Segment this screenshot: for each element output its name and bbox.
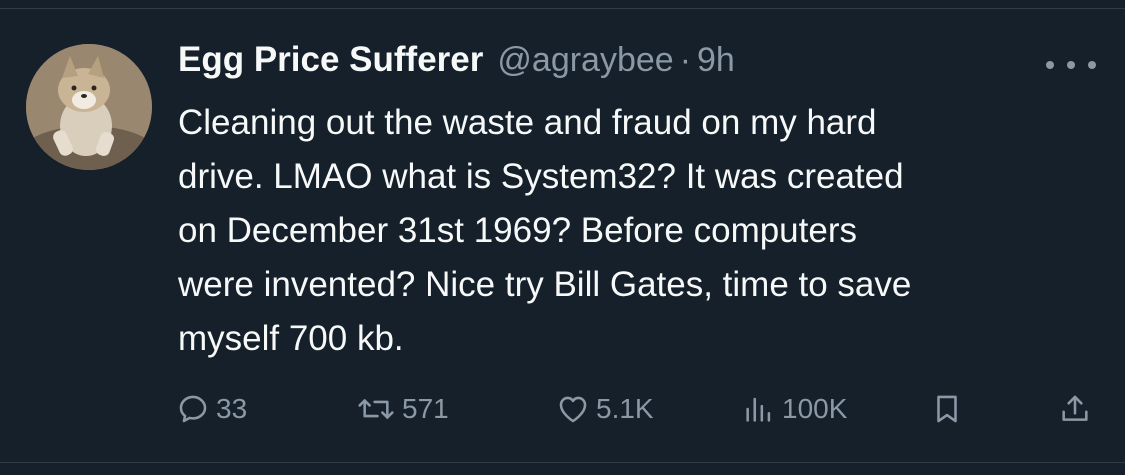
reply-count: 33 (216, 393, 248, 424)
tweet-text-line: drive. LMAO what is System32? It was cre… (178, 157, 904, 196)
bookmark-button[interactable] (930, 385, 964, 433)
tweet-text-line: Cleaning out the waste and fraud on my h… (178, 103, 877, 142)
action-bar: 33 571 5.1K 100K (0, 385, 1125, 433)
tweet-text: Cleaning out the waste and fraud on my h… (178, 96, 1098, 366)
tweet-time[interactable]: 9h (697, 41, 735, 80)
tweet-text-line: myself 700 kb. (178, 319, 404, 358)
more-icon (1046, 61, 1054, 69)
repost-button[interactable]: 571 (356, 385, 449, 433)
like-count: 5.1K (596, 393, 654, 424)
tweet-text-line: on December 31st 1969? Before computers (178, 211, 857, 250)
repost-icon (358, 399, 394, 419)
heart-icon (559, 396, 587, 423)
tweet-text-line: were invented? Nice try Bill Gates, time… (178, 265, 912, 304)
author-handle[interactable]: @agraybee (497, 41, 673, 80)
reply-icon (179, 395, 207, 423)
header-separator: · (679, 41, 692, 79)
more-icon-dot (1067, 61, 1075, 69)
tweet-header: Egg Price Sufferer @agraybee · 9h (178, 40, 735, 88)
views-count: 100K (782, 393, 848, 424)
share-icon (1062, 395, 1088, 421)
reply-button[interactable]: 33 (176, 385, 247, 433)
repost-count: 571 (402, 393, 449, 424)
views-button[interactable]: 100K (742, 385, 847, 433)
more-button[interactable] (1046, 50, 1096, 80)
avatar-image (26, 44, 152, 170)
views-icon (746, 397, 771, 422)
share-button[interactable] (1058, 385, 1092, 433)
bottom-divider (0, 462, 1125, 463)
author-name[interactable]: Egg Price Sufferer (178, 40, 483, 80)
more-icon-dot (1088, 61, 1096, 69)
bookmark-icon (937, 395, 957, 423)
like-button[interactable]: 5.1K (556, 385, 654, 433)
avatar[interactable] (26, 44, 152, 170)
top-divider (0, 8, 1125, 9)
